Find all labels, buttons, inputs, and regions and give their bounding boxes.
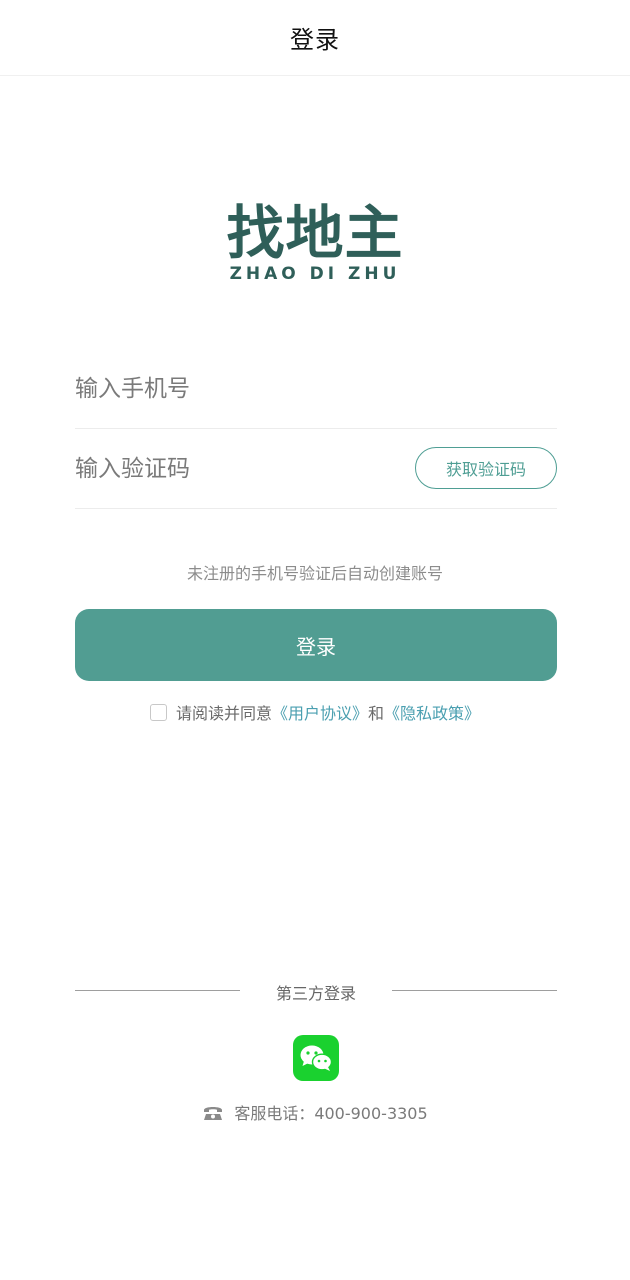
- third-party-login-label: 第三方登录: [275, 984, 356, 1003]
- customer-service: 客服电话：400-900-3305: [0, 1100, 630, 1124]
- registration-hint: 未注册的手机号验证后自动创建账号: [186, 564, 443, 583]
- wechat-icon: [300, 1045, 333, 1071]
- login-page: 登录 找地主 ZHAO DI ZHU 获取验证码 未注册的手机号验证后自动创建账…: [0, 0, 630, 1280]
- code-field: 获取验证码: [75, 430, 557, 509]
- agreement-checkbox[interactable]: [149, 703, 167, 721]
- agreement-and: 和: [368, 704, 385, 723]
- phone-input[interactable]: [75, 350, 557, 428]
- logo-english: ZHAO DI ZHU: [230, 264, 401, 284]
- divider-right: [392, 990, 557, 991]
- user-agreement-link[interactable]: 《用户协议》: [272, 700, 368, 724]
- navigation-bar: 登录: [0, 0, 630, 76]
- get-code-button[interactable]: 获取验证码: [415, 447, 557, 489]
- page-title: 登录: [290, 26, 340, 54]
- privacy-policy-link[interactable]: 《隐私政策》: [384, 700, 480, 724]
- telephone-icon: [202, 1103, 224, 1121]
- agreement-prefix: 请阅读并同意: [175, 704, 272, 723]
- logo-chinese: 找地主: [226, 199, 403, 267]
- wechat-login-button[interactable]: [293, 1035, 339, 1081]
- agreement-row: 请阅读并同意 《用户协议》 和 《隐私政策》: [0, 700, 630, 724]
- verification-code-input[interactable]: [75, 430, 395, 508]
- divider-left: [75, 990, 240, 991]
- login-button[interactable]: 登录: [75, 609, 557, 681]
- phone-field: [75, 350, 557, 429]
- service-phone-text: 客服电话：400-900-3305: [234, 1104, 428, 1123]
- logo: 找地主 ZHAO DI ZHU: [215, 175, 415, 290]
